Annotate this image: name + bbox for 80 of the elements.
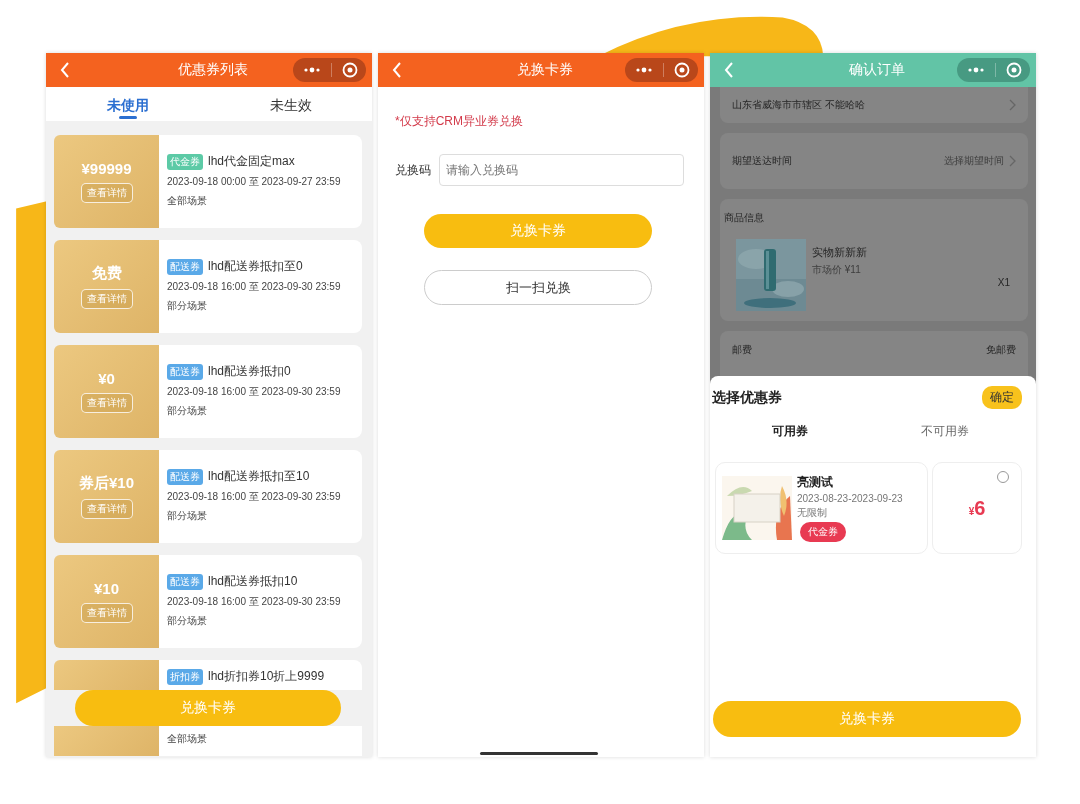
coupon-value: ¥99999 [81, 160, 132, 177]
tab[interactable]: 未生效 [209, 87, 372, 121]
coupon-card[interactable]: 代金券 lhd代金固定max 2023-09-18 00:00 至 2023-09-27 23:59 全部场景 [159, 135, 362, 228]
back-icon[interactable] [392, 62, 402, 78]
coupon-title: lhd配送券抵扣10 [208, 573, 298, 590]
postage-value: 免邮费 [986, 343, 1016, 357]
close-circle-icon[interactable] [1006, 62, 1022, 78]
capsule-menu[interactable] [625, 58, 698, 82]
coupon-tag: 代金券 [800, 522, 846, 542]
screen-title: 优惠券列表 [177, 61, 249, 79]
screen-title: 确认订单 [848, 61, 906, 79]
confirm-button[interactable]: 确定 [982, 386, 1022, 409]
coupon-amount: ¥6 [968, 496, 986, 520]
back-icon[interactable] [60, 62, 70, 78]
coupon-limit: 无限制 [797, 506, 828, 520]
coupon-tag: 配送券 [167, 468, 203, 485]
coupon-card[interactable]: 配送券 lhd配送券抵扣至0 2023-09-18 16:00 至 2023-09-30 23:59 部分场景 [159, 240, 362, 333]
more-icon[interactable] [967, 67, 985, 73]
coupon-value: ¥10 [94, 580, 119, 597]
coupon-title: lhd配送券抵扣至0 [208, 258, 303, 275]
coupon-tag: 折扣券 [167, 668, 203, 685]
scan-button[interactable]: 扫一扫兑换 [424, 270, 652, 305]
coupon-period: 2023-09-18 16:00 至 2023-09-30 23:59 [167, 385, 342, 399]
tab[interactable]: 不可用券 [867, 423, 1022, 440]
coupon-period: 2023-09-18 16:00 至 2023-09-30 23:59 [167, 595, 342, 609]
coupon-value: 券后¥10 [79, 474, 134, 493]
coupon-card[interactable]: 全部场景 [159, 726, 362, 756]
coupon-period: 2023-09-18 16:00 至 2023-09-30 23:59 [167, 490, 342, 504]
coupon-title: lhd折扣券10折上9999 [208, 668, 325, 685]
coupon-period: 2023-09-18 00:00 至 2023-09-27 23:59 [167, 175, 342, 189]
chevron-right-icon [1009, 155, 1016, 167]
section-heading: 商品信息 [724, 211, 765, 225]
address-text: 山东省威海市市辖区 不能哈哈 [732, 98, 865, 112]
coupon-scene: 部分场景 [167, 614, 208, 628]
coupon-title: lhd配送券抵扣0 [208, 363, 291, 380]
coupon-value: 免费 [91, 264, 122, 283]
coupon-amount-card[interactable]: ¥6 [932, 462, 1022, 554]
coupon-tag: 配送券 [167, 573, 203, 590]
back-icon[interactable] [724, 62, 734, 78]
postage-label: 邮费 [732, 343, 752, 357]
screen-title: 兑换卡券 [516, 61, 574, 79]
coupon-card[interactable]: 配送券 lhd配送券抵扣10 2023-09-18 16:00 至 2023-09-30 23:59 部分场景 [159, 555, 362, 648]
coupon-tag: 配送券 [167, 258, 203, 275]
capsule-menu[interactable] [293, 58, 366, 82]
address-card[interactable]: 山东省威海市市辖区 不能哈哈 [720, 87, 1028, 123]
product-price: 市场价 ¥11 [812, 263, 862, 277]
coupon-scene: 全部场景 [167, 194, 208, 208]
coupon-scene: 部分场景 [167, 509, 208, 523]
more-icon[interactable] [635, 67, 653, 73]
close-circle-icon[interactable] [674, 62, 690, 78]
delivery-label: 期望送达时间 [732, 154, 792, 168]
coupon-tag: 代金券 [167, 153, 203, 170]
coupon-card[interactable]: 配送券 lhd配送券抵扣至10 2023-09-18 16:00 至 2023-09-30 23:59 部分场景 [159, 450, 362, 543]
tab[interactable]: 可用券 [712, 423, 867, 440]
coupon-value: ¥0 [98, 370, 115, 387]
product-name: 实物新新新 [812, 245, 867, 260]
coupon-name: 亮测试 [797, 474, 834, 491]
coupon-scene: 全部场景 [167, 732, 208, 746]
field-label: 兑换码 [395, 161, 431, 179]
coupon-period: 2023-08-23-2023-09-23 [797, 493, 903, 504]
delivery-time-row[interactable]: 期望送达时间 选择期望时间 [720, 133, 1028, 189]
delivery-value: 选择期望时间 [944, 154, 1004, 168]
product-quantity: X1 [997, 277, 1010, 288]
notice-text: *仅支持CRM异业券兑换 [395, 113, 524, 130]
chevron-right-icon [1009, 99, 1016, 111]
coupon-title: lhd配送券抵扣至10 [208, 468, 310, 485]
capsule-menu[interactable] [957, 58, 1030, 82]
coupon-period: 2023-09-18 16:00 至 2023-09-30 23:59 [167, 280, 342, 294]
coupon-tag: 配送券 [167, 363, 203, 380]
code-input[interactable]: 请输入兑换码 [439, 154, 684, 186]
close-circle-icon[interactable] [342, 62, 358, 78]
coupon-title: lhd代金固定max [208, 153, 295, 170]
coupon-card[interactable]: 亮测试 2023-08-23-2023-09-23 无限制 代金券 [715, 462, 928, 554]
more-icon[interactable] [303, 67, 321, 73]
tab[interactable]: 未使用 [46, 87, 209, 121]
coupon-scene: 部分场景 [167, 404, 208, 418]
coupon-scene: 部分场景 [167, 299, 208, 313]
sheet-title: 选择优惠券 [712, 388, 782, 407]
coupon-card[interactable]: 折扣券 lhd折扣券10折上9999 [159, 660, 362, 690]
coupon-card[interactable]: 配送券 lhd配送券抵扣0 2023-09-18 16:00 至 2023-09-30 23:59 部分场景 [159, 345, 362, 438]
